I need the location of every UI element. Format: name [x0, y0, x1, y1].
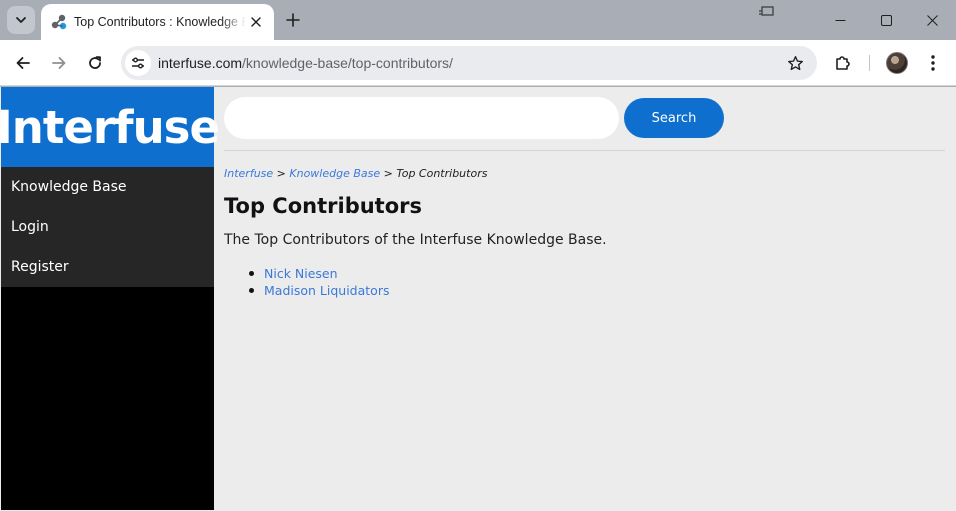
tab-search-button[interactable] — [7, 6, 35, 34]
main-content: Search Interfuse > Knowledge Base > Top … — [214, 87, 956, 511]
arrow-right-icon — [52, 57, 66, 69]
toolbar-divider — [869, 55, 870, 71]
tune-icon — [132, 57, 144, 69]
contributors-list: Nick Niesen Madison Liquidators — [248, 265, 389, 299]
minimize-icon — [835, 19, 845, 21]
logo-text: Interfuse — [0, 100, 220, 154]
puzzle-icon — [836, 56, 850, 70]
nav-item-knowledge-base[interactable]: Knowledge Base — [1, 167, 214, 207]
minimize-button[interactable] — [817, 6, 863, 34]
breadcrumb-current: Top Contributors — [396, 167, 488, 180]
tab-close-button[interactable] — [246, 12, 266, 32]
reload-icon — [89, 56, 101, 69]
back-button[interactable] — [9, 49, 37, 77]
reload-button[interactable] — [81, 49, 109, 77]
interfuse-favicon-icon — [51, 14, 67, 30]
list-item: Madison Liquidators — [248, 282, 389, 299]
url-host: interfuse.com — [158, 55, 243, 71]
close-icon — [251, 17, 261, 27]
search-button[interactable]: Search — [624, 98, 724, 138]
search-input[interactable] — [224, 97, 619, 139]
url-text[interactable]: interfuse.com/knowledge-base/top-contrib… — [158, 54, 453, 72]
site-info-button[interactable] — [125, 50, 151, 76]
contributor-link-nick-niesen[interactable]: Nick Niesen — [264, 266, 338, 281]
nav-item-login[interactable]: Login — [1, 207, 214, 247]
plus-icon — [286, 13, 300, 27]
media-indicator-icon[interactable] — [757, 5, 775, 19]
list-item: Nick Niesen — [248, 265, 389, 282]
forward-button[interactable] — [45, 49, 73, 77]
tab-strip: Top Contributors : Knowledge Base — [0, 0, 956, 40]
url-path: /knowledge-base/top-contributors/ — [242, 55, 453, 71]
maximize-button[interactable] — [863, 6, 909, 34]
breadcrumb-link-interfuse[interactable]: Interfuse — [224, 167, 273, 180]
new-tab-button[interactable] — [281, 8, 305, 32]
close-window-button[interactable] — [909, 6, 955, 34]
close-icon — [926, 14, 938, 26]
sidebar: Interfuse Knowledge Base Login Register — [0, 87, 220, 510]
nav-item-register[interactable]: Register — [1, 247, 214, 287]
breadcrumb-link-knowledge-base[interactable]: Knowledge Base — [289, 167, 380, 180]
page-title: Top Contributors — [224, 194, 422, 218]
intro-text: The Top Contributors of the Interfuse Kn… — [224, 232, 607, 248]
page-viewport: Interfuse Knowledge Base Login Register … — [0, 87, 956, 511]
arrow-left-icon — [16, 57, 30, 69]
extensions-button[interactable] — [829, 49, 857, 77]
divider — [224, 150, 945, 151]
browser-window: Top Contributors : Knowledge Base — [0, 0, 956, 511]
maximize-icon — [880, 14, 892, 26]
browser-menu-button[interactable] — [919, 49, 947, 77]
site-logo[interactable]: Interfuse — [0, 87, 220, 167]
profile-avatar[interactable] — [886, 52, 908, 74]
browser-toolbar: interfuse.com/knowledge-base/top-contrib… — [0, 40, 956, 86]
star-icon — [787, 55, 803, 70]
breadcrumb-separator: > — [273, 167, 290, 180]
chevron-down-icon — [16, 17, 26, 23]
breadcrumb: Interfuse > Knowledge Base > Top Contrib… — [224, 167, 487, 180]
address-bar[interactable]: interfuse.com/knowledge-base/top-contrib… — [121, 46, 817, 80]
contributor-link-madison-liquidators[interactable]: Madison Liquidators — [264, 283, 389, 298]
tab-active[interactable]: Top Contributors : Knowledge Base — [41, 4, 274, 40]
breadcrumb-separator: > — [380, 167, 397, 180]
bookmark-button[interactable] — [783, 51, 807, 75]
more-vertical-icon — [931, 55, 935, 71]
tab-title: Top Contributors : Knowledge Base — [74, 15, 246, 29]
